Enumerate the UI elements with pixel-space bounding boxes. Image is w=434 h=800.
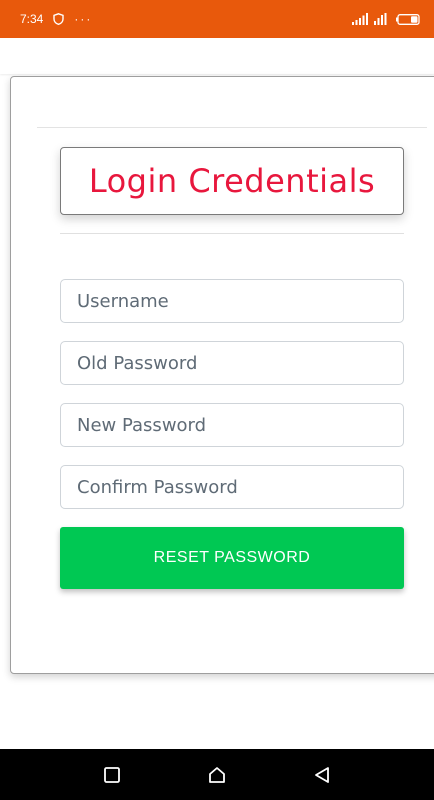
overflow-dots-icon: ··· xyxy=(74,12,93,26)
status-right xyxy=(352,13,420,25)
app-bar xyxy=(0,38,434,74)
old-password-field[interactable] xyxy=(60,341,404,385)
page-title: Login Credentials xyxy=(88,162,376,200)
reset-password-card: Login Credentials RESET PASSWORD xyxy=(10,76,434,674)
confirm-password-field[interactable] xyxy=(60,465,404,509)
signal-4g-icon xyxy=(374,13,387,25)
divider xyxy=(37,127,427,128)
back-triangle-icon xyxy=(314,766,329,783)
shield-icon xyxy=(53,13,65,25)
back-button[interactable] xyxy=(310,763,334,787)
navigation-bar xyxy=(0,749,434,800)
recents-button[interactable] xyxy=(100,763,124,787)
home-icon xyxy=(209,766,225,783)
status-time: 7:34 xyxy=(20,12,44,26)
divider xyxy=(60,233,404,234)
reset-password-button[interactable]: RESET PASSWORD xyxy=(60,527,404,589)
home-button[interactable] xyxy=(205,763,229,787)
new-password-field[interactable] xyxy=(60,403,404,447)
status-left: 7:34 ··· xyxy=(20,12,92,26)
battery-icon xyxy=(396,13,420,25)
title-box: Login Credentials xyxy=(60,147,404,215)
status-bar: 7:34 ··· xyxy=(0,0,434,38)
recents-square-icon xyxy=(104,766,121,783)
signal-icon xyxy=(352,13,368,25)
username-field[interactable] xyxy=(60,279,404,323)
